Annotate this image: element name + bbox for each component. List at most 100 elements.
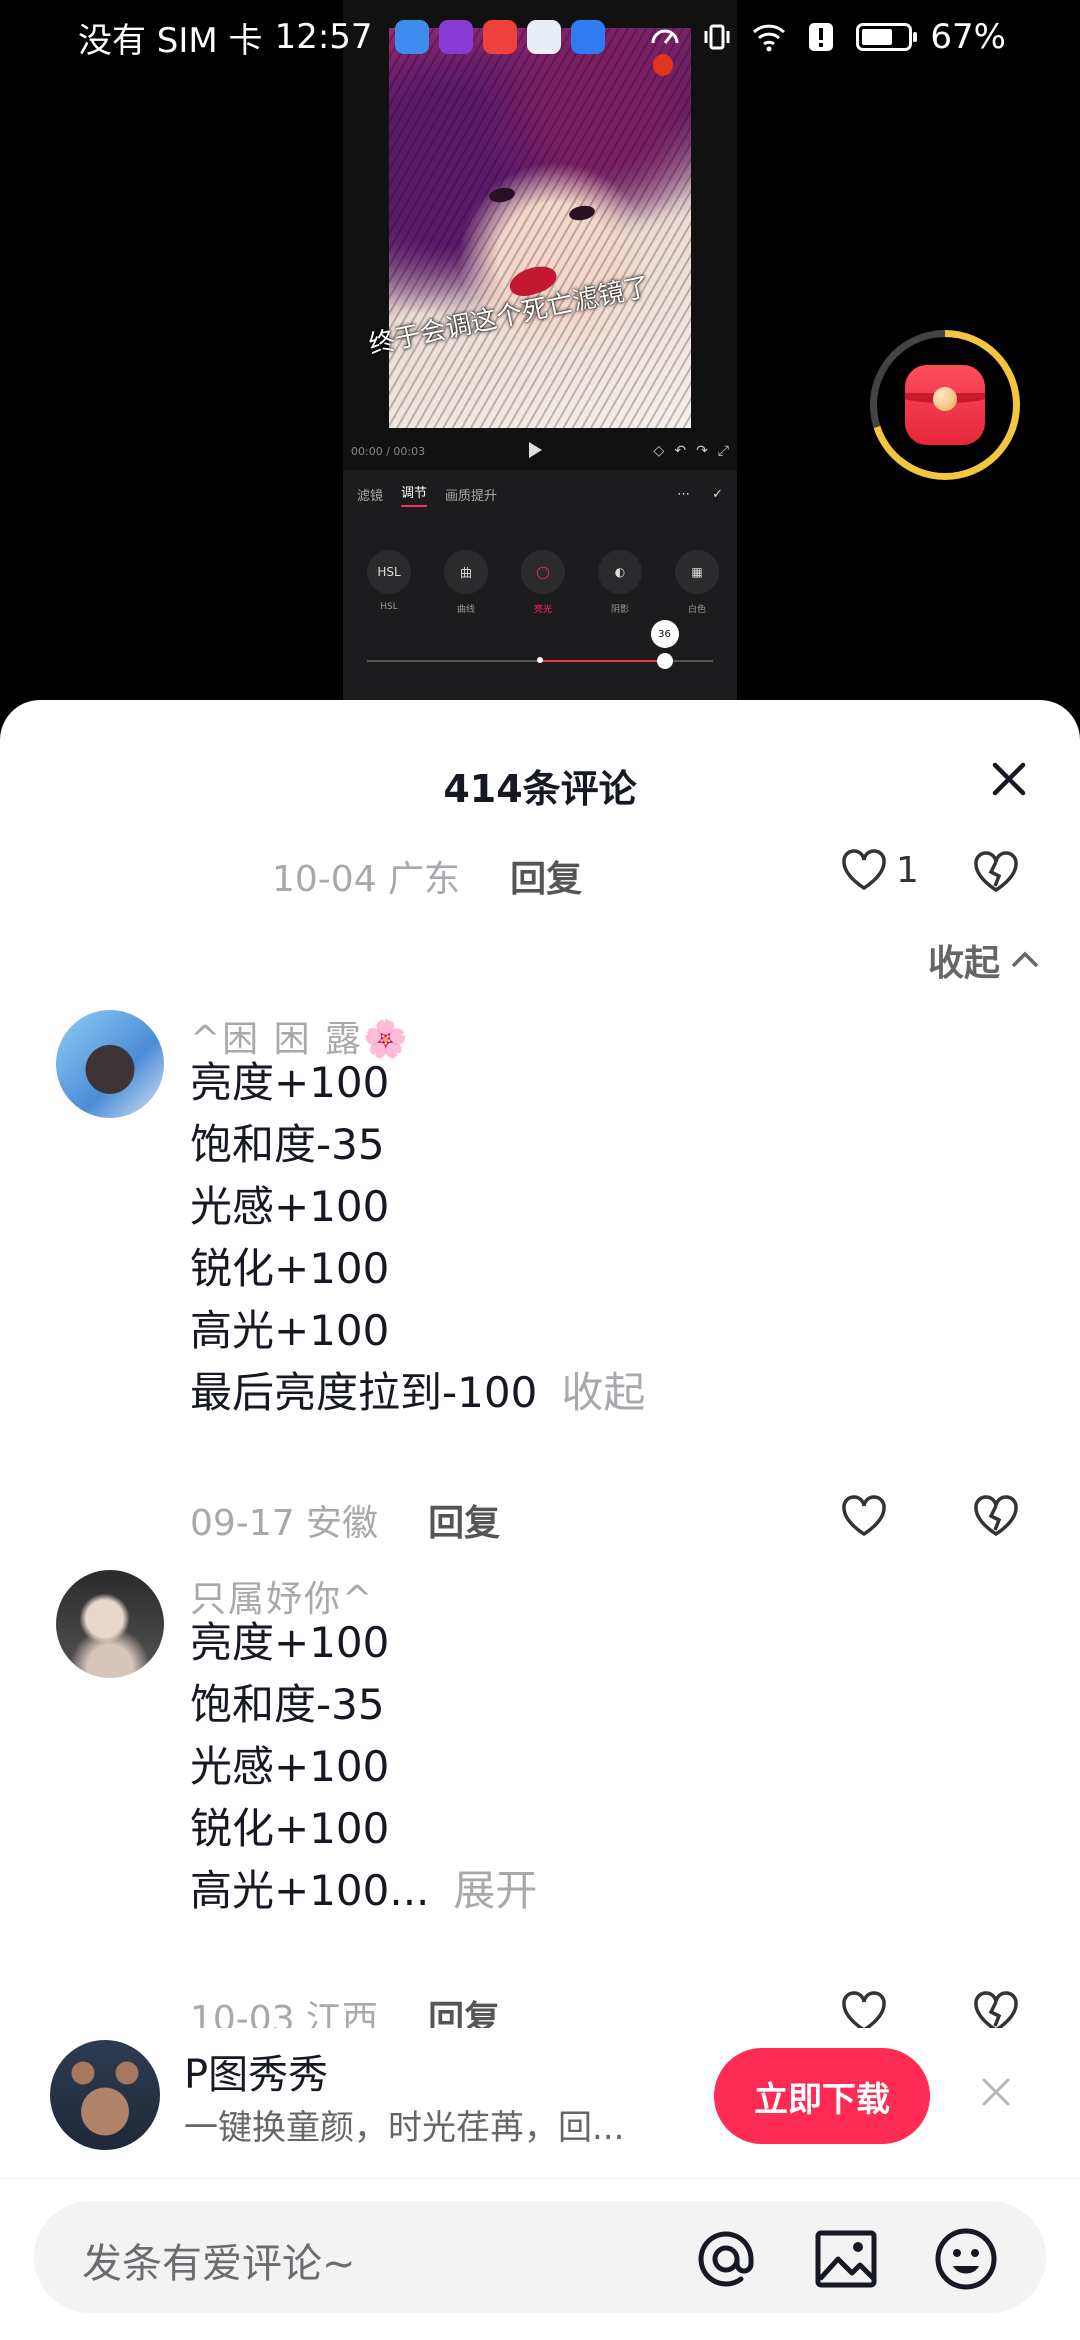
white-icon: ▦ — [675, 550, 719, 594]
red-packet-button[interactable] — [870, 330, 1020, 480]
tool-label: HSL — [380, 602, 398, 612]
red-packet-icon — [905, 365, 985, 445]
comment-line: 高光+100... — [190, 1866, 430, 1915]
adjust-tools: HSL HSL 曲 曲线 ◯ 亮光 ◐ 阴影 ▦ 白色 — [363, 550, 723, 615]
comment-date: 10-04 广东 — [272, 859, 461, 900]
comment-line: 饱和度-35 — [190, 1120, 385, 1169]
comment-text: 亮度+100 饱和度-35 光感+100 锐化+100 高光+100... 展开 — [190, 1612, 537, 1922]
app-ad-banner[interactable]: P图秀秀 一键换童颜，时光荏苒，回... 立即下载 — [0, 2028, 1080, 2178]
comment-input[interactable]: 发条有爱评论~ — [34, 2201, 1046, 2313]
tab-quality[interactable]: 画质提升 — [445, 485, 497, 504]
chevron-up-icon — [1011, 951, 1039, 968]
status-bar: 没有 SIM 卡 12:57 67% — [0, 0, 1080, 74]
reply-meta-row: 10-04 广东 回复 — [272, 850, 582, 902]
shadow-icon: ◐ — [598, 550, 642, 594]
tab-filter[interactable]: 滤镜 — [357, 485, 383, 504]
shop-notification-icon — [482, 20, 517, 54]
collapse-label: 收起 — [927, 943, 1000, 984]
editor-tabs: 滤镜 调节 画质提升 ⋯ ✓ — [343, 470, 737, 519]
comment-line: 光感+100 — [190, 1182, 390, 1231]
comment-line: 亮度+100 — [190, 1058, 390, 1107]
heart-icon — [842, 849, 886, 891]
tool-highlight[interactable]: ◯ 亮光 — [517, 550, 569, 615]
wifi-icon — [752, 20, 786, 54]
dislike-button[interactable] — [970, 1490, 1022, 1542]
tab-adjust[interactable]: 调节 — [401, 482, 428, 507]
carrier-text: 没有 SIM 卡 — [78, 20, 263, 61]
video-frame[interactable]: 终于会调这个死亡滤镜了 00:00 / 00:03 ◇ ↶ ↷ ⤢ 滤镜 调节 … — [343, 0, 737, 700]
comment-line: 最后亮度拉到-100 — [190, 1368, 538, 1417]
slider-center-dot — [537, 657, 543, 663]
expand-text-link[interactable]: 展开 — [453, 1866, 537, 1915]
app-notification-icon — [394, 20, 429, 54]
hsl-icon: HSL — [367, 550, 411, 594]
tool-hsl[interactable]: HSL HSL — [363, 550, 415, 615]
avatar[interactable] — [56, 1010, 164, 1118]
comment-input-placeholder: 发条有爱评论~ — [82, 2241, 356, 2287]
tool-label: 曲线 — [456, 605, 475, 615]
comment-line: 锐化+100 — [190, 1804, 390, 1853]
ad-app-avatar[interactable] — [50, 2040, 160, 2150]
highlight-icon: ◯ — [521, 550, 565, 594]
fullscreen-icon[interactable]: ⤢ — [718, 443, 729, 459]
broken-heart-icon — [974, 851, 1018, 893]
slider-value: 36 — [650, 620, 679, 648]
play-icon[interactable] — [529, 442, 542, 458]
slider-knob[interactable] — [656, 653, 673, 669]
bulb-notification-icon — [570, 20, 605, 54]
ifly-notification-icon — [526, 20, 561, 54]
comment-input-bar: 发条有爱评论~ — [0, 2178, 1080, 2340]
adjust-slider[interactable]: 36 — [367, 620, 713, 669]
reply-button[interactable]: 回复 — [510, 850, 582, 902]
alert-icon — [804, 20, 838, 54]
heart-icon — [842, 1495, 886, 1537]
tool-shadow[interactable]: ◐ 阴影 — [594, 550, 646, 615]
comment-line: 高光+100 — [190, 1306, 390, 1355]
dislike-button[interactable] — [970, 846, 1022, 898]
music-notification-icon — [438, 20, 473, 54]
ad-app-name[interactable]: P图秀秀 — [184, 2042, 328, 2100]
curve-icon: 曲 — [444, 550, 488, 594]
image-icon[interactable] — [812, 2225, 880, 2293]
video-photo — [389, 28, 691, 428]
close-icon — [992, 762, 1026, 796]
ad-description: 一键换童颜，时光荏苒，回... — [184, 2108, 625, 2148]
tool-label: 亮光 — [533, 605, 552, 615]
emoji-icon[interactable] — [932, 2225, 1000, 2293]
mention-icon[interactable] — [692, 2225, 760, 2293]
tool-white[interactable]: ▦ 白色 — [671, 550, 723, 615]
magic-icon[interactable]: ◇ — [654, 443, 665, 459]
player-controls: 00:00 / 00:03 ◇ ↶ ↷ ⤢ — [343, 438, 737, 464]
battery-percent: 67% — [930, 17, 1006, 57]
clock: 12:57 — [274, 17, 373, 57]
reply-button[interactable]: 回复 — [428, 1494, 500, 1546]
comment-text: 亮度+100 饱和度-35 光感+100 锐化+100 高光+100 最后亮度拉… — [190, 1052, 645, 1424]
comment-meta: 09-17 安徽 回复 — [190, 1494, 500, 1546]
battery-icon — [856, 23, 918, 51]
slider-fill — [540, 660, 665, 662]
tool-curve[interactable]: 曲 曲线 — [440, 550, 492, 615]
like-count: 1 — [896, 849, 919, 891]
download-now-button[interactable]: 立即下载 — [714, 2048, 930, 2144]
collapse-replies-button[interactable]: 收起 — [928, 934, 1040, 986]
redo-icon[interactable]: ↷ — [696, 443, 708, 459]
broken-heart-icon — [974, 1495, 1018, 1537]
tool-label: 白色 — [687, 605, 706, 615]
avatar[interactable] — [56, 1570, 164, 1678]
like-button[interactable]: 1 — [840, 848, 919, 892]
video-player[interactable]: 终于会调这个死亡滤镜了 00:00 / 00:03 ◇ ↶ ↷ ⤢ 滤镜 调节 … — [0, 0, 1080, 720]
comments-title: 414条评论 — [443, 767, 637, 811]
like-button[interactable] — [840, 1494, 888, 1538]
close-button[interactable] — [974, 744, 1044, 814]
ad-close-button[interactable] — [972, 2068, 1020, 2116]
tool-label: 阴影 — [610, 605, 629, 615]
undo-icon[interactable]: ↶ — [674, 443, 686, 459]
collapse-text-link[interactable]: 收起 — [561, 1368, 645, 1417]
check-icon[interactable]: ✓ — [712, 487, 723, 502]
speed-icon — [648, 20, 682, 54]
player-time: 00:00 / 00:03 — [351, 444, 426, 458]
comment-line: 饱和度-35 — [190, 1680, 385, 1729]
close-icon — [982, 2078, 1010, 2106]
comment-line: 亮度+100 — [190, 1618, 390, 1667]
more-icon[interactable]: ⋯ — [677, 487, 690, 502]
